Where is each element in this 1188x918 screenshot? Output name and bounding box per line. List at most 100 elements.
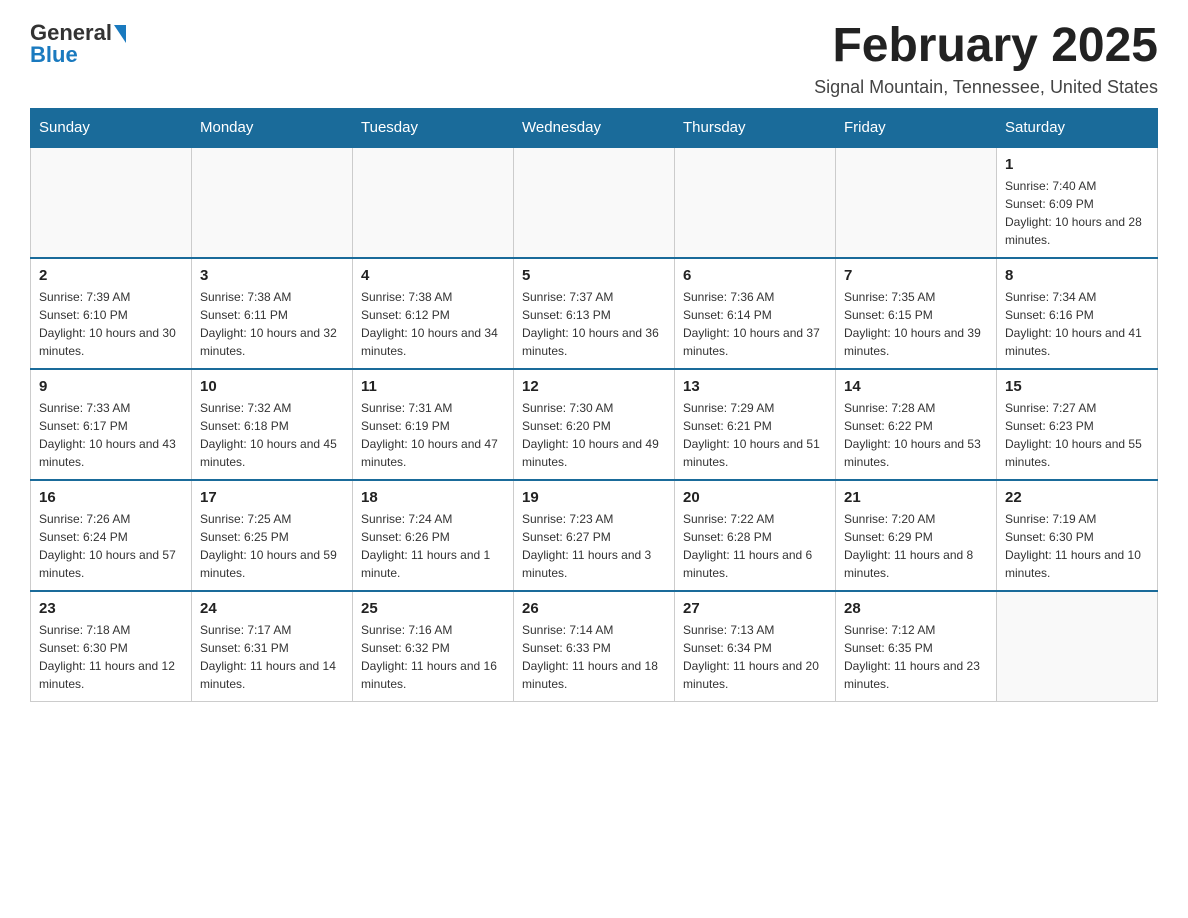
calendar-header-row: SundayMondayTuesdayWednesdayThursdayFrid… <box>31 108 1158 147</box>
day-number: 5 <box>522 267 666 284</box>
day-info: Sunrise: 7:27 AM Sunset: 6:23 PM Dayligh… <box>1005 399 1149 471</box>
day-number: 12 <box>522 378 666 395</box>
day-info: Sunrise: 7:13 AM Sunset: 6:34 PM Dayligh… <box>683 621 827 693</box>
day-number: 8 <box>1005 267 1149 284</box>
day-number: 20 <box>683 489 827 506</box>
day-info: Sunrise: 7:33 AM Sunset: 6:17 PM Dayligh… <box>39 399 183 471</box>
calendar-week-row: 23 Sunrise: 7:18 AM Sunset: 6:30 PM Dayli… <box>31 591 1158 702</box>
day-number: 22 <box>1005 489 1149 506</box>
calendar-cell: 14 Sunrise: 7:28 AM Sunset: 6:22 PM Dayli… <box>836 369 997 480</box>
calendar-cell: 4 Sunrise: 7:38 AM Sunset: 6:12 PM Daylig… <box>353 258 514 369</box>
day-info: Sunrise: 7:18 AM Sunset: 6:30 PM Dayligh… <box>39 621 183 693</box>
calendar-week-row: 16Sunrise: 7:26 AM Sunset: 6:24 PM Dayli… <box>31 480 1158 591</box>
calendar-cell: 1Sunrise: 7:40 AM Sunset: 6:09 PM Daylig… <box>997 147 1158 258</box>
month-title: February 2025 <box>814 20 1158 73</box>
calendar-cell <box>675 147 836 258</box>
day-info: Sunrise: 7:24 AM Sunset: 6:26 PM Dayligh… <box>361 510 505 582</box>
day-info: Sunrise: 7:22 AM Sunset: 6:28 PM Dayligh… <box>683 510 827 582</box>
day-number: 21 <box>844 489 988 506</box>
day-info: Sunrise: 7:38 AM Sunset: 6:12 PM Dayligh… <box>361 288 505 360</box>
day-info: Sunrise: 7:35 AM Sunset: 6:15 PM Dayligh… <box>844 288 988 360</box>
calendar-cell <box>997 591 1158 702</box>
day-number: 27 <box>683 600 827 617</box>
day-info: Sunrise: 7:16 AM Sunset: 6:32 PM Dayligh… <box>361 621 505 693</box>
day-info: Sunrise: 7:31 AM Sunset: 6:19 PM Dayligh… <box>361 399 505 471</box>
day-info: Sunrise: 7:14 AM Sunset: 6:33 PM Dayligh… <box>522 621 666 693</box>
calendar-cell: 3Sunrise: 7:38 AM Sunset: 6:11 PM Daylig… <box>192 258 353 369</box>
column-header-tuesday: Tuesday <box>353 108 514 147</box>
day-info: Sunrise: 7:25 AM Sunset: 6:25 PM Dayligh… <box>200 510 344 582</box>
title-section: February 2025 Signal Mountain, Tennessee… <box>814 20 1158 98</box>
location-text: Signal Mountain, Tennessee, United State… <box>814 77 1158 98</box>
day-info: Sunrise: 7:30 AM Sunset: 6:20 PM Dayligh… <box>522 399 666 471</box>
day-number: 4 <box>361 267 505 284</box>
calendar-table: SundayMondayTuesdayWednesdayThursdayFrid… <box>30 108 1158 702</box>
calendar-cell: 2Sunrise: 7:39 AM Sunset: 6:10 PM Daylig… <box>31 258 192 369</box>
day-info: Sunrise: 7:28 AM Sunset: 6:22 PM Dayligh… <box>844 399 988 471</box>
calendar-cell: 20 Sunrise: 7:22 AM Sunset: 6:28 PM Dayli… <box>675 480 836 591</box>
calendar-cell: 15 Sunrise: 7:27 AM Sunset: 6:23 PM Dayli… <box>997 369 1158 480</box>
calendar-week-row: 9 Sunrise: 7:33 AM Sunset: 6:17 PM Daylig… <box>31 369 1158 480</box>
calendar-cell: 12 Sunrise: 7:30 AM Sunset: 6:20 PM Dayli… <box>514 369 675 480</box>
column-header-sunday: Sunday <box>31 108 192 147</box>
calendar-cell: 6Sunrise: 7:36 AM Sunset: 6:14 PM Daylig… <box>675 258 836 369</box>
day-number: 2 <box>39 267 183 284</box>
day-number: 13 <box>683 378 827 395</box>
day-number: 25 <box>361 600 505 617</box>
day-info: Sunrise: 7:23 AM Sunset: 6:27 PM Dayligh… <box>522 510 666 582</box>
day-info: Sunrise: 7:38 AM Sunset: 6:11 PM Dayligh… <box>200 288 344 360</box>
logo: General Blue <box>30 20 126 68</box>
day-info: Sunrise: 7:37 AM Sunset: 6:13 PM Dayligh… <box>522 288 666 360</box>
calendar-cell <box>514 147 675 258</box>
calendar-cell: 11 Sunrise: 7:31 AM Sunset: 6:19 PM Dayli… <box>353 369 514 480</box>
day-number: 11 <box>361 378 505 395</box>
day-number: 10 <box>200 378 344 395</box>
calendar-cell: 5 Sunrise: 7:37 AM Sunset: 6:13 PM Daylig… <box>514 258 675 369</box>
calendar-cell: 13 Sunrise: 7:29 AM Sunset: 6:21 PM Dayli… <box>675 369 836 480</box>
calendar-cell: 26 Sunrise: 7:14 AM Sunset: 6:33 PM Dayli… <box>514 591 675 702</box>
calendar-cell: 16Sunrise: 7:26 AM Sunset: 6:24 PM Dayli… <box>31 480 192 591</box>
calendar-cell <box>31 147 192 258</box>
day-info: Sunrise: 7:17 AM Sunset: 6:31 PM Dayligh… <box>200 621 344 693</box>
calendar-cell: 17 Sunrise: 7:25 AM Sunset: 6:25 PM Dayli… <box>192 480 353 591</box>
calendar-cell: 18 Sunrise: 7:24 AM Sunset: 6:26 PM Dayli… <box>353 480 514 591</box>
day-number: 1 <box>1005 156 1149 173</box>
day-info: Sunrise: 7:20 AM Sunset: 6:29 PM Dayligh… <box>844 510 988 582</box>
logo-arrow-icon <box>114 25 126 43</box>
calendar-cell: 28Sunrise: 7:12 AM Sunset: 6:35 PM Dayli… <box>836 591 997 702</box>
calendar-cell: 7 Sunrise: 7:35 AM Sunset: 6:15 PM Daylig… <box>836 258 997 369</box>
logo-blue-text: Blue <box>30 42 78 68</box>
day-number: 26 <box>522 600 666 617</box>
day-number: 14 <box>844 378 988 395</box>
day-info: Sunrise: 7:34 AM Sunset: 6:16 PM Dayligh… <box>1005 288 1149 360</box>
calendar-cell: 23 Sunrise: 7:18 AM Sunset: 6:30 PM Dayli… <box>31 591 192 702</box>
day-info: Sunrise: 7:19 AM Sunset: 6:30 PM Dayligh… <box>1005 510 1149 582</box>
day-number: 23 <box>39 600 183 617</box>
calendar-cell: 19 Sunrise: 7:23 AM Sunset: 6:27 PM Dayli… <box>514 480 675 591</box>
day-number: 19 <box>522 489 666 506</box>
day-number: 24 <box>200 600 344 617</box>
calendar-cell <box>192 147 353 258</box>
calendar-cell: 21 Sunrise: 7:20 AM Sunset: 6:29 PM Dayli… <box>836 480 997 591</box>
day-number: 7 <box>844 267 988 284</box>
day-number: 6 <box>683 267 827 284</box>
calendar-cell: 24 Sunrise: 7:17 AM Sunset: 6:31 PM Dayli… <box>192 591 353 702</box>
calendar-cell: 22 Sunrise: 7:19 AM Sunset: 6:30 PM Dayli… <box>997 480 1158 591</box>
calendar-cell: 9 Sunrise: 7:33 AM Sunset: 6:17 PM Daylig… <box>31 369 192 480</box>
calendar-cell <box>836 147 997 258</box>
calendar-cell: 10Sunrise: 7:32 AM Sunset: 6:18 PM Dayli… <box>192 369 353 480</box>
day-number: 28 <box>844 600 988 617</box>
calendar-cell: 27 Sunrise: 7:13 AM Sunset: 6:34 PM Dayli… <box>675 591 836 702</box>
page-header: General Blue February 2025 Signal Mounta… <box>30 20 1158 98</box>
day-info: Sunrise: 7:26 AM Sunset: 6:24 PM Dayligh… <box>39 510 183 582</box>
day-number: 18 <box>361 489 505 506</box>
calendar-week-row: 2Sunrise: 7:39 AM Sunset: 6:10 PM Daylig… <box>31 258 1158 369</box>
column-header-wednesday: Wednesday <box>514 108 675 147</box>
day-number: 15 <box>1005 378 1149 395</box>
column-header-saturday: Saturday <box>997 108 1158 147</box>
column-header-thursday: Thursday <box>675 108 836 147</box>
day-info: Sunrise: 7:29 AM Sunset: 6:21 PM Dayligh… <box>683 399 827 471</box>
calendar-week-row: 1Sunrise: 7:40 AM Sunset: 6:09 PM Daylig… <box>31 147 1158 258</box>
day-number: 17 <box>200 489 344 506</box>
day-number: 9 <box>39 378 183 395</box>
